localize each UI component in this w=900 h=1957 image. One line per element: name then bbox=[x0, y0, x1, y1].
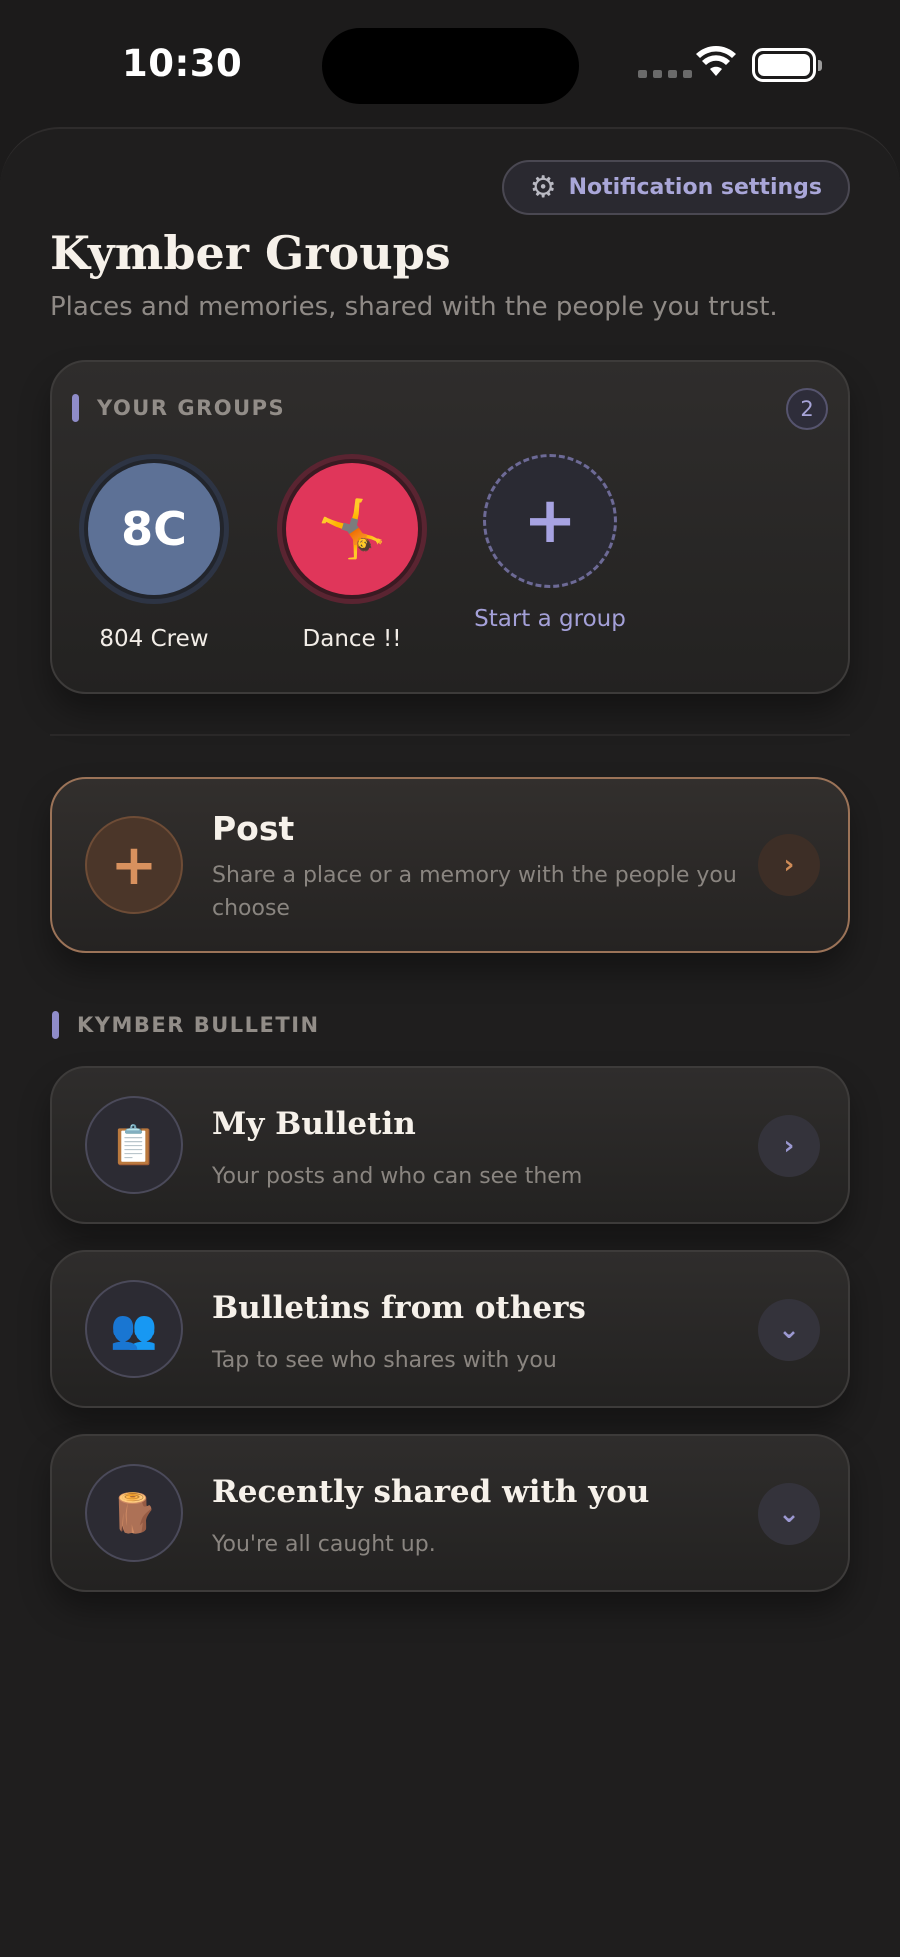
log-icon: 🪵 bbox=[85, 1464, 183, 1562]
start-group-button[interactable]: + Start a group bbox=[470, 454, 630, 632]
group-dance[interactable]: 🤸 Dance !! bbox=[272, 454, 432, 652]
gear-icon: ⚙ bbox=[529, 169, 557, 205]
kymber-bulletin-label: KYMBER BULLETIN bbox=[77, 1013, 320, 1037]
cartwheel-emoji-icon: 🤸 bbox=[286, 463, 418, 595]
page-subtitle: Places and memories, shared with the peo… bbox=[50, 292, 778, 322]
wifi-icon bbox=[696, 46, 736, 76]
notification-settings-label: Notification settings bbox=[568, 175, 822, 200]
page-title: Kymber Groups bbox=[50, 226, 451, 280]
card-title: My Bulletin bbox=[212, 1106, 416, 1142]
group-name: 804 Crew bbox=[99, 626, 209, 652]
dynamic-island bbox=[322, 28, 579, 104]
group-initials: 8C bbox=[88, 463, 220, 595]
group-804-crew[interactable]: 8C 804 Crew bbox=[74, 454, 234, 652]
divider bbox=[50, 734, 850, 736]
card-subtitle: Tap to see who shares with you bbox=[212, 1348, 557, 1373]
chevron-down-icon: ⌄ bbox=[758, 1299, 820, 1361]
section-accent-bar bbox=[52, 1011, 59, 1039]
group-avatar: 🤸 bbox=[277, 454, 427, 604]
chevron-right-icon: › bbox=[758, 1115, 820, 1177]
people-icon: 👥 bbox=[85, 1280, 183, 1378]
post-subtitle: Share a place or a memory with the peopl… bbox=[212, 863, 737, 921]
card-title: Recently shared with you bbox=[212, 1474, 650, 1510]
post-title: Post bbox=[212, 809, 295, 848]
your-groups-card: YOUR GROUPS 2 8C 804 Crew 🤸 Dance !! + S… bbox=[50, 360, 850, 694]
plus-icon: + bbox=[483, 454, 617, 588]
notification-settings-button[interactable]: ⚙ Notification settings bbox=[501, 160, 850, 215]
chevron-down-icon: ⌄ bbox=[758, 1483, 820, 1545]
card-subtitle: You're all caught up. bbox=[212, 1532, 436, 1557]
plus-icon: + bbox=[85, 816, 183, 914]
status-time: 10:30 bbox=[122, 42, 243, 85]
card-title: Bulletins from others bbox=[212, 1290, 586, 1326]
bulletins-from-others-card[interactable]: 👥 Bulletins from others Tap to see who s… bbox=[50, 1250, 850, 1408]
clipboard-icon: 📋 bbox=[85, 1096, 183, 1194]
battery-icon bbox=[752, 48, 822, 82]
group-avatar: 8C bbox=[79, 454, 229, 604]
post-card[interactable]: + Post Share a place or a memory with th… bbox=[50, 777, 850, 953]
my-bulletin-card[interactable]: 📋 My Bulletin Your posts and who can see… bbox=[50, 1066, 850, 1224]
groups-count-badge: 2 bbox=[786, 388, 828, 430]
card-subtitle: Your posts and who can see them bbox=[212, 1164, 583, 1189]
start-group-label: Start a group bbox=[474, 606, 626, 632]
cellular-signal-icon bbox=[638, 70, 692, 78]
recently-shared-card[interactable]: 🪵 Recently shared with you You're all ca… bbox=[50, 1434, 850, 1592]
chevron-right-icon: › bbox=[758, 834, 820, 896]
section-accent-bar bbox=[72, 394, 79, 422]
your-groups-label: YOUR GROUPS bbox=[97, 396, 286, 420]
status-bar: 10:30 bbox=[0, 0, 900, 130]
group-name: Dance !! bbox=[302, 626, 402, 652]
